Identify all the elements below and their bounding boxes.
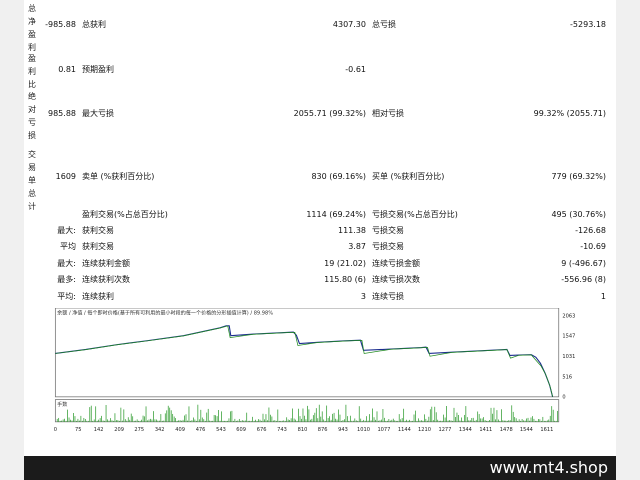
detail-right-label: 亏损交易: [372, 242, 404, 251]
x-tick-label: 209: [114, 427, 124, 432]
detail-left-value: 3.87: [348, 242, 366, 251]
rel-drawdown-label: 相对亏损: [372, 109, 404, 118]
y-tick-label: 516: [562, 374, 572, 380]
max-drawdown-label: 最大亏损: [82, 109, 114, 118]
detail-left-value: 115.80 (6): [324, 275, 366, 284]
detail-left-label: 获利交易: [82, 242, 114, 251]
footer-bar: www.mt4.shop: [24, 456, 616, 480]
gross-profit-value: 4307.30: [332, 20, 366, 29]
detail-left-label: 获利交易: [82, 226, 114, 235]
detail-left-value: 3: [360, 292, 366, 301]
x-tick-label: 142: [94, 427, 104, 432]
y-tick-label: 1547: [562, 334, 575, 340]
detail-right-label: 连续亏损次数: [372, 275, 420, 284]
short-positions-label: 卖单 (%获利百分比): [82, 172, 155, 181]
section-label-drawdown: 绝对亏损: [28, 92, 36, 140]
x-tick-label: 75: [75, 427, 81, 432]
x-tick-label: 1210: [418, 427, 431, 432]
detail-right-label: 连续亏损金额: [372, 259, 420, 268]
detail-left-value: 1114 (69.24%): [306, 210, 366, 219]
detail-left-value: 111.38: [338, 226, 366, 235]
detail-left-label: 盈利交易(%占总百分比): [82, 210, 168, 219]
detail-left-label: 连续获利次数: [82, 275, 130, 284]
abs-drawdown-value: 985.88: [48, 109, 76, 118]
x-tick-label: 1277: [438, 427, 451, 432]
detail-right-value: 9 (-496.67): [561, 259, 606, 268]
detail-left-value: 19 (21.02): [324, 259, 366, 268]
detail-right-label: 亏损交易: [372, 226, 404, 235]
main-plot-frame: [54, 308, 560, 398]
x-tick-label: 1077: [377, 427, 390, 432]
x-tick-label: 1611: [540, 427, 553, 432]
x-tick-label: 1344: [459, 427, 472, 432]
x-tick-label: 1010: [357, 427, 370, 432]
detail-right-value: -556.96 (8): [561, 275, 606, 284]
profit-factor-value: 0.81: [58, 65, 76, 74]
x-tick-label: 1478: [500, 427, 513, 432]
expected-payoff-value: -0.61: [345, 65, 366, 74]
detail-right-label: 连续亏损: [372, 292, 404, 301]
detail-prefix: 平均: [60, 242, 76, 251]
x-tick-label: 1544: [520, 427, 533, 432]
chart-title: 余额 / 净值 / 每个即时价格(基于所有可利用的最小时段的每一个价格的分形插值…: [57, 309, 273, 316]
detail-right-value: -126.68: [575, 226, 606, 235]
x-tick-label: 810: [298, 427, 308, 432]
detail-right-value: 1: [600, 292, 606, 301]
detail-right-label: 亏损交易(%占总百分比): [372, 210, 458, 219]
site-watermark: www.mt4.shop: [489, 458, 608, 477]
gross-profit-label: 总获利: [82, 20, 106, 29]
x-tick-label: 0: [54, 427, 57, 432]
x-tick-label: 409: [175, 427, 185, 432]
gross-loss-label: 总亏损: [372, 20, 396, 29]
short-positions-value: 830 (69.16%): [311, 172, 366, 181]
detail-prefix: 最多:: [57, 275, 76, 284]
x-tick-label: 1144: [398, 427, 411, 432]
x-tick-label: 876: [318, 427, 328, 432]
detail-prefix: 最大:: [57, 259, 76, 268]
detail-prefix: 平均:: [57, 292, 76, 301]
section-label-trades: 交易单总计: [28, 150, 36, 211]
volume-label: 手数: [57, 401, 67, 408]
y-tick-label: 2063: [562, 313, 575, 319]
section-label-ratio: 盈利比: [28, 54, 36, 89]
y-tick-label: 0: [562, 395, 565, 401]
x-tick-label: 743: [277, 427, 287, 432]
detail-left-label: 连续获利: [82, 292, 114, 301]
long-positions-label: 买单 (%获利百分比): [372, 172, 445, 181]
x-tick-label: 476: [196, 427, 206, 432]
x-tick-label: 342: [155, 427, 165, 432]
long-positions-value: 779 (69.32%): [551, 172, 606, 181]
x-tick-label: 609: [236, 427, 246, 432]
rel-drawdown-value: 99.32% (2055.71): [533, 109, 606, 118]
x-tick-label: 676: [257, 427, 267, 432]
gross-loss-value: -5293.18: [570, 20, 606, 29]
max-drawdown-value: 2055.71 (99.32%): [293, 109, 366, 118]
x-tick-label: 943: [338, 427, 348, 432]
detail-right-value: -10.69: [580, 242, 606, 251]
detail-right-value: 495 (30.76%): [551, 210, 606, 219]
section-label-net: 总净盈利: [28, 4, 36, 52]
total-trades-value: 1609: [55, 172, 76, 181]
detail-left-label: 连续获利金额: [82, 259, 130, 268]
balance-chart: 余额 / 净值 / 每个即时价格(基于所有可利用的最小时段的每一个价格的分形插值…: [54, 308, 575, 432]
net-profit-value: -985.88: [45, 20, 76, 29]
y-tick-label: 1031: [562, 354, 575, 360]
detail-prefix: 最大:: [57, 226, 76, 235]
x-tick-label: 1411: [479, 427, 492, 432]
report-page: 总净盈利 盈利比 绝对亏损 交易单总计 -985.88 总获利 4307.30 …: [24, 0, 616, 456]
x-tick-label: 275: [134, 427, 144, 432]
x-tick-label: 543: [216, 427, 226, 432]
expected-payoff-label: 预期盈利: [82, 65, 114, 74]
